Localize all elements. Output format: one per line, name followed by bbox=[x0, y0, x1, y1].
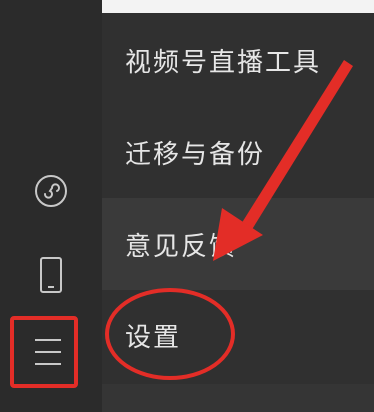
settings-highlight-circle bbox=[105, 288, 235, 380]
annotation-overlay bbox=[105, 60, 353, 380]
pointer-arrow-shaft bbox=[238, 60, 353, 236]
